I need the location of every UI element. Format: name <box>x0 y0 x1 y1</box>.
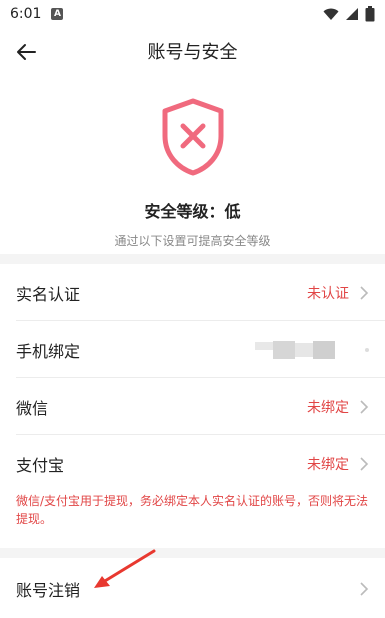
security-level: 安全等级：低 <box>144 202 241 221</box>
back-button[interactable] <box>12 38 40 66</box>
row-cancel-account[interactable]: 账号注销 <box>0 560 385 617</box>
row-wechat[interactable]: 微信 未绑定 <box>0 378 385 435</box>
arrow-left-icon <box>17 44 36 60</box>
chevron-right-icon <box>360 399 369 414</box>
row-label: 账号注销 <box>16 580 81 600</box>
status-value: 未认证 <box>307 285 349 302</box>
status-bar: 6:01 A <box>0 0 385 28</box>
status-value: 未绑定 <box>307 456 349 473</box>
chevron-right-icon <box>360 581 369 596</box>
status-time: 6:01 <box>10 6 42 22</box>
annotation-arrow-icon <box>94 549 156 588</box>
security-summary: 安全等级：低 通过以下设置可提高安全等级 <box>0 92 385 252</box>
row-label: 实名认证 <box>16 284 81 304</box>
row-label: 手机绑定 <box>16 341 81 361</box>
top-bar: 账号与安全 <box>0 28 385 74</box>
wifi-icon <box>323 8 339 20</box>
row-real-name-auth[interactable]: 实名认证 未认证 <box>0 264 385 321</box>
chevron-right-icon <box>365 347 369 352</box>
security-hint: 通过以下设置可提高安全等级 <box>114 234 271 248</box>
section-divider <box>0 254 385 264</box>
signal-icon <box>346 8 358 20</box>
chevron-right-icon <box>360 456 369 471</box>
chevron-right-icon <box>360 285 369 300</box>
row-alipay[interactable]: 支付宝 未绑定 <box>0 435 385 492</box>
row-label: 微信 <box>16 398 49 418</box>
status-value: 未绑定 <box>307 399 349 416</box>
section-divider <box>0 548 385 558</box>
withdraw-notice: 微信/支付宝用于提现，务必绑定本人实名认证的账号，否则将无法提现。 <box>16 494 369 526</box>
app-badge-icon: A <box>51 8 64 20</box>
page-title: 账号与安全 <box>147 42 238 63</box>
row-phone-binding[interactable]: 手机绑定 <box>0 321 385 378</box>
masked-phone-number <box>255 340 335 359</box>
row-label: 支付宝 <box>16 455 65 475</box>
shield-warning-icon <box>162 98 223 176</box>
battery-icon <box>365 6 375 22</box>
